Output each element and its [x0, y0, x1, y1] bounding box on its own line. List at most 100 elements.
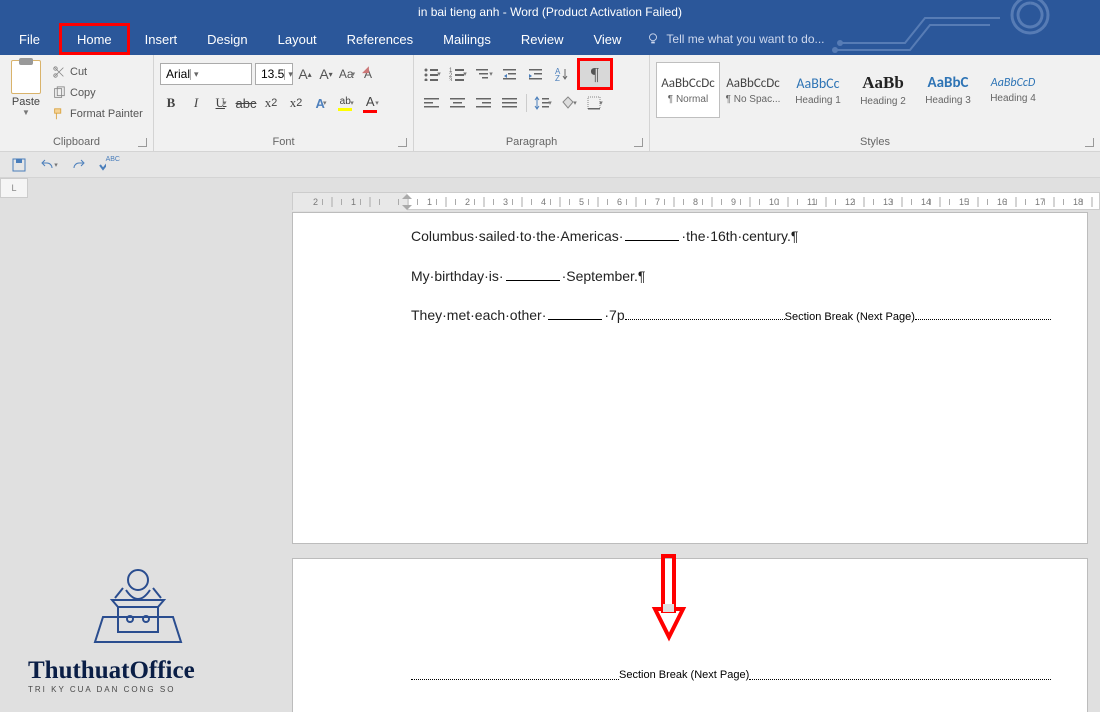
style-heading1[interactable]: AaBbCcHeading 1: [786, 62, 850, 118]
bullets-button[interactable]: ▾: [420, 63, 444, 85]
svg-text:5: 5: [579, 197, 584, 207]
line-spacing[interactable]: ▾: [531, 92, 555, 114]
font-name-combo[interactable]: Arial▾: [160, 63, 252, 85]
borders-button[interactable]: ▾: [583, 92, 607, 114]
qat-save[interactable]: [8, 155, 30, 175]
watermark-logo: ThuthuatOffice TRI KY CUA DAN CONG SO: [28, 562, 258, 694]
change-case[interactable]: Aa▾: [338, 63, 356, 85]
svg-text:2: 2: [465, 197, 470, 207]
style-heading2[interactable]: AaBbHeading 2: [851, 62, 915, 118]
svg-text:9: 9: [731, 197, 736, 207]
superscript-button[interactable]: x2: [285, 92, 307, 114]
align-center[interactable]: [446, 92, 470, 114]
increase-indent[interactable]: [524, 63, 548, 85]
page-2[interactable]: Section Break (Next Page): [292, 558, 1088, 712]
font-color-button[interactable]: A▾: [360, 92, 382, 114]
bulb-icon: [646, 32, 660, 46]
qat-spelling[interactable]: ABC: [98, 155, 120, 175]
style-heading3[interactable]: AaBbCHeading 3: [916, 62, 980, 118]
title-bar: in bai tieng anh - Word (Product Activat…: [0, 0, 1100, 23]
tell-me[interactable]: Tell me what you want to do...: [646, 32, 824, 46]
tab-mailings[interactable]: Mailings: [428, 23, 506, 55]
shrink-font[interactable]: A▾: [317, 63, 335, 85]
style-normal[interactable]: AaBbCcDc¶ Normal: [656, 62, 720, 118]
svg-text:4: 4: [541, 197, 546, 207]
svg-text:18: 18: [1073, 197, 1083, 207]
save-icon: [12, 158, 26, 172]
qat-undo[interactable]: ▾: [38, 155, 60, 175]
svg-text:10: 10: [769, 197, 779, 207]
qat-redo[interactable]: [68, 155, 90, 175]
text-effects[interactable]: A▾: [310, 92, 332, 114]
svg-text:13: 13: [883, 197, 893, 207]
tab-references[interactable]: References: [332, 23, 428, 55]
underline-button[interactable]: U▾: [210, 92, 232, 114]
horizontal-ruler[interactable]: 21123456789101112131415161718: [292, 192, 1100, 210]
font-label: Font: [158, 134, 409, 151]
tab-file[interactable]: File: [0, 23, 59, 55]
page-1[interactable]: Columbus·sailed·to·the·Americas··the·16t…: [292, 212, 1088, 544]
align-right[interactable]: [472, 92, 496, 114]
strike-button[interactable]: abc: [235, 92, 257, 114]
svg-text:16: 16: [997, 197, 1007, 207]
check-icon: [98, 158, 106, 172]
tab-view[interactable]: View: [578, 23, 636, 55]
document-area: L 21123456789101112131415161718 Columbus…: [0, 178, 1100, 712]
window-title: in bai tieng anh - Word (Product Activat…: [418, 5, 682, 19]
clipboard-label: Clipboard: [4, 134, 149, 151]
sort-button[interactable]: AZ: [550, 63, 574, 85]
brush-icon: [52, 107, 66, 121]
tab-home[interactable]: Home: [59, 23, 130, 55]
decrease-indent[interactable]: [498, 63, 522, 85]
redo-icon: [72, 158, 86, 172]
clear-formatting[interactable]: A◢: [359, 63, 377, 85]
quick-access: ▾ ABC: [0, 152, 1100, 178]
svg-text:6: 6: [617, 197, 622, 207]
group-paragraph: ▾ 123▾ ▾ AZ ¶ ▾ ▾ ▾ Paragraph: [414, 55, 650, 151]
svg-text:11: 11: [807, 197, 816, 207]
multilevel-button[interactable]: ▾: [472, 63, 496, 85]
svg-text:1: 1: [427, 197, 432, 207]
svg-text:1: 1: [351, 197, 356, 207]
svg-text:17: 17: [1035, 197, 1045, 207]
subscript-button[interactable]: x2: [260, 92, 282, 114]
svg-text:3: 3: [449, 78, 453, 81]
style-nospacing[interactable]: AaBbCcDc¶ No Spac...: [721, 62, 785, 118]
svg-text:14: 14: [921, 197, 931, 207]
font-size-combo[interactable]: 13.5▾: [255, 63, 293, 85]
document-text[interactable]: Columbus·sailed·to·the·Americas··the·16t…: [411, 227, 1051, 346]
tab-design[interactable]: Design: [192, 23, 262, 55]
group-styles: AaBbCcDc¶ Normal AaBbCcDc¶ No Spac... Aa…: [650, 55, 1100, 151]
numbering-button[interactable]: 123▾: [446, 63, 470, 85]
paste-button[interactable]: Paste ▼: [4, 58, 48, 128]
grow-font[interactable]: A▴: [296, 63, 314, 85]
section-break-2: Section Break (Next Page): [411, 669, 1051, 681]
group-clipboard: Paste ▼ Cut Copy Format Painter Clipboar…: [0, 55, 154, 151]
shading-button[interactable]: ▾: [557, 92, 581, 114]
svg-text:7: 7: [655, 197, 660, 207]
cut-button[interactable]: Cut: [52, 62, 143, 82]
styles-label: Styles: [654, 134, 1096, 151]
justify[interactable]: [498, 92, 522, 114]
tab-layout[interactable]: Layout: [263, 23, 332, 55]
format-painter-button[interactable]: Format Painter: [52, 104, 143, 124]
tab-review[interactable]: Review: [506, 23, 579, 55]
italic-button[interactable]: I: [185, 92, 207, 114]
tab-insert[interactable]: Insert: [130, 23, 193, 55]
svg-text:15: 15: [959, 197, 969, 207]
style-heading4[interactable]: AaBbCcDHeading 4: [981, 62, 1045, 118]
align-left[interactable]: [420, 92, 444, 114]
bold-button[interactable]: B: [160, 92, 182, 114]
svg-text:2: 2: [313, 197, 318, 207]
paragraph-label: Paragraph: [418, 134, 645, 151]
highlight-button[interactable]: ab▾: [335, 92, 357, 114]
show-hide-button[interactable]: ¶: [577, 58, 613, 90]
copy-button[interactable]: Copy: [52, 83, 143, 103]
ruler-corner[interactable]: L: [0, 178, 28, 198]
svg-text:Z: Z: [555, 74, 560, 81]
svg-text:8: 8: [693, 197, 698, 207]
paste-icon: [11, 60, 41, 94]
annotation-arrow: [649, 554, 689, 644]
group-font: Arial▾ 13.5▾ A▴ A▾ Aa▾ A◢ B I U▾ abc x2 …: [154, 55, 414, 151]
decor-lines: [830, 0, 1090, 55]
